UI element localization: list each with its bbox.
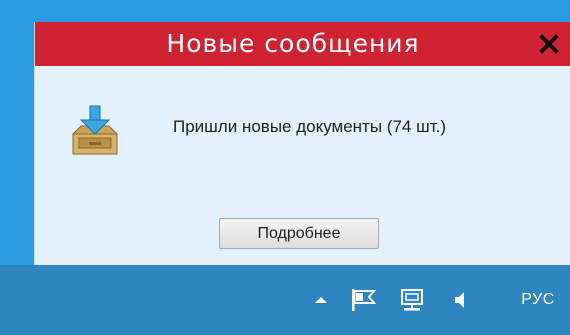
network-icon [401,289,423,311]
network-button[interactable] [394,265,430,335]
close-button[interactable] [533,28,565,60]
chevron-up-icon [315,297,327,303]
flag-icon [352,289,376,311]
show-hidden-icons-button[interactable] [308,265,334,335]
volume-button[interactable] [446,265,476,335]
details-button[interactable]: Подробнее [219,218,379,249]
notification-popup: Новые сообщения Пришли новые документы (… [34,22,570,265]
close-icon [539,34,559,54]
language-indicator[interactable]: РУС [510,265,566,335]
taskbar: РУС [0,265,570,335]
inbox-download-icon [67,104,123,160]
volume-icon [455,292,464,308]
action-center-button[interactable] [346,265,380,335]
notification-message: Пришли новые документы (74 шт.) [173,117,447,136]
notification-title-bar: Новые сообщения [35,22,570,66]
notification-title: Новые сообщения [166,29,420,58]
